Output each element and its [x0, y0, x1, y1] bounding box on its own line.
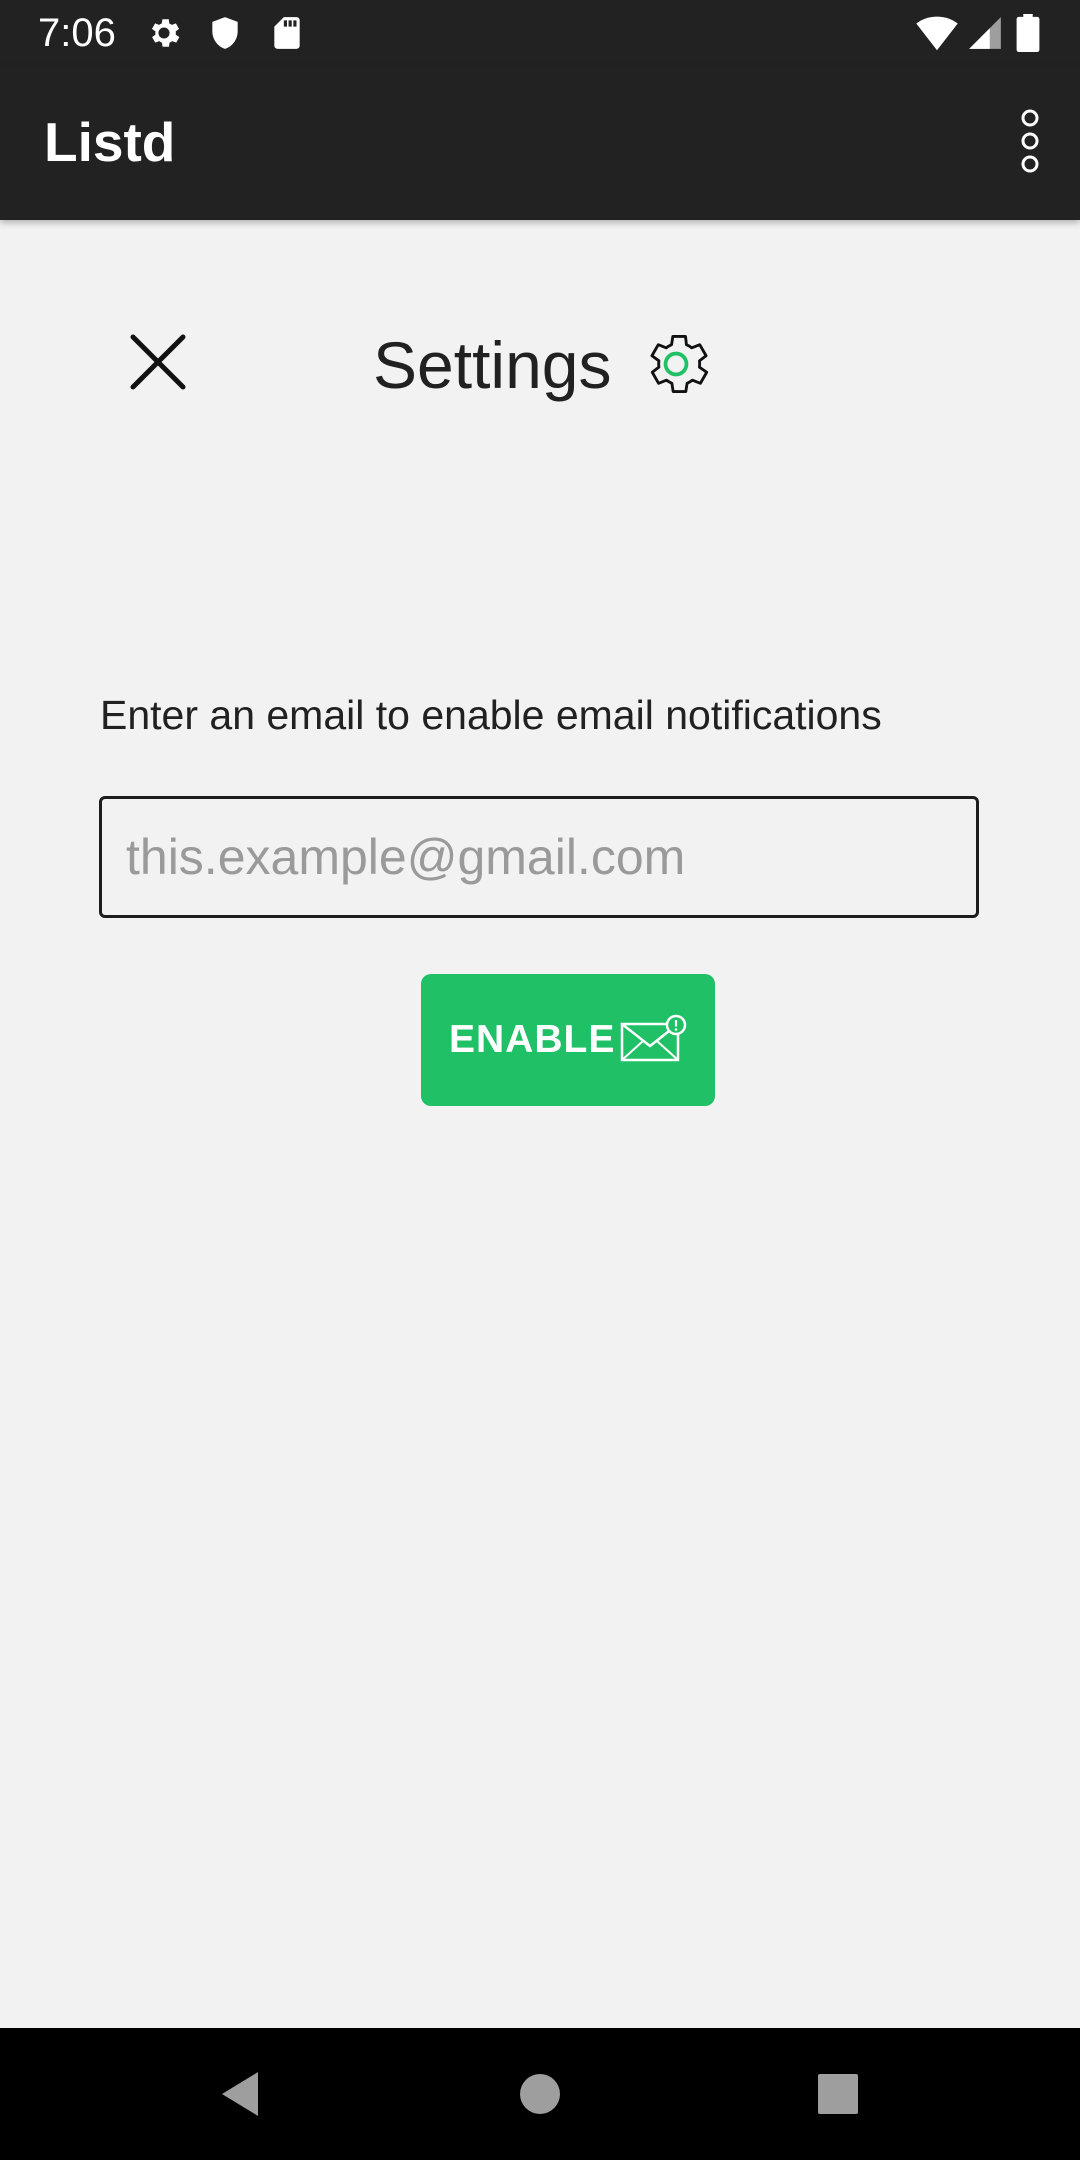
home-button[interactable]	[508, 2062, 572, 2126]
status-time: 7:06	[38, 11, 116, 55]
back-button[interactable]	[208, 2062, 272, 2126]
wifi-icon	[916, 14, 958, 52]
battery-icon	[1016, 14, 1040, 53]
enable-button[interactable]: ENABLE	[421, 974, 715, 1106]
more-vert-icon	[1021, 109, 1039, 173]
settings-icon	[145, 14, 183, 52]
mail-alert-icon	[619, 1014, 689, 1066]
app-bar: Listd	[0, 66, 1080, 220]
gear-icon	[638, 326, 714, 402]
enable-button-label: ENABLE	[449, 1018, 616, 1061]
page-title: Settings	[373, 328, 612, 402]
recents-icon	[818, 2074, 858, 2114]
shield-icon	[206, 14, 244, 52]
navigation-bar	[0, 2028, 1080, 2160]
email-prompt-label: Enter an email to enable email notificat…	[100, 692, 882, 738]
close-button[interactable]	[118, 322, 198, 402]
recents-button[interactable]	[806, 2062, 870, 2126]
signal-icon	[966, 14, 1004, 52]
close-icon	[130, 334, 186, 390]
app-title: Listd	[44, 111, 176, 173]
home-icon	[520, 2074, 560, 2114]
sd-card-icon	[268, 14, 306, 52]
status-bar: 7:06	[0, 0, 1080, 66]
settings-screen: 7:06 Listd Settings Enter an email to en…	[0, 0, 1080, 2160]
email-field[interactable]	[99, 796, 979, 918]
more-options-button[interactable]	[998, 96, 1062, 196]
back-icon	[222, 2072, 258, 2116]
